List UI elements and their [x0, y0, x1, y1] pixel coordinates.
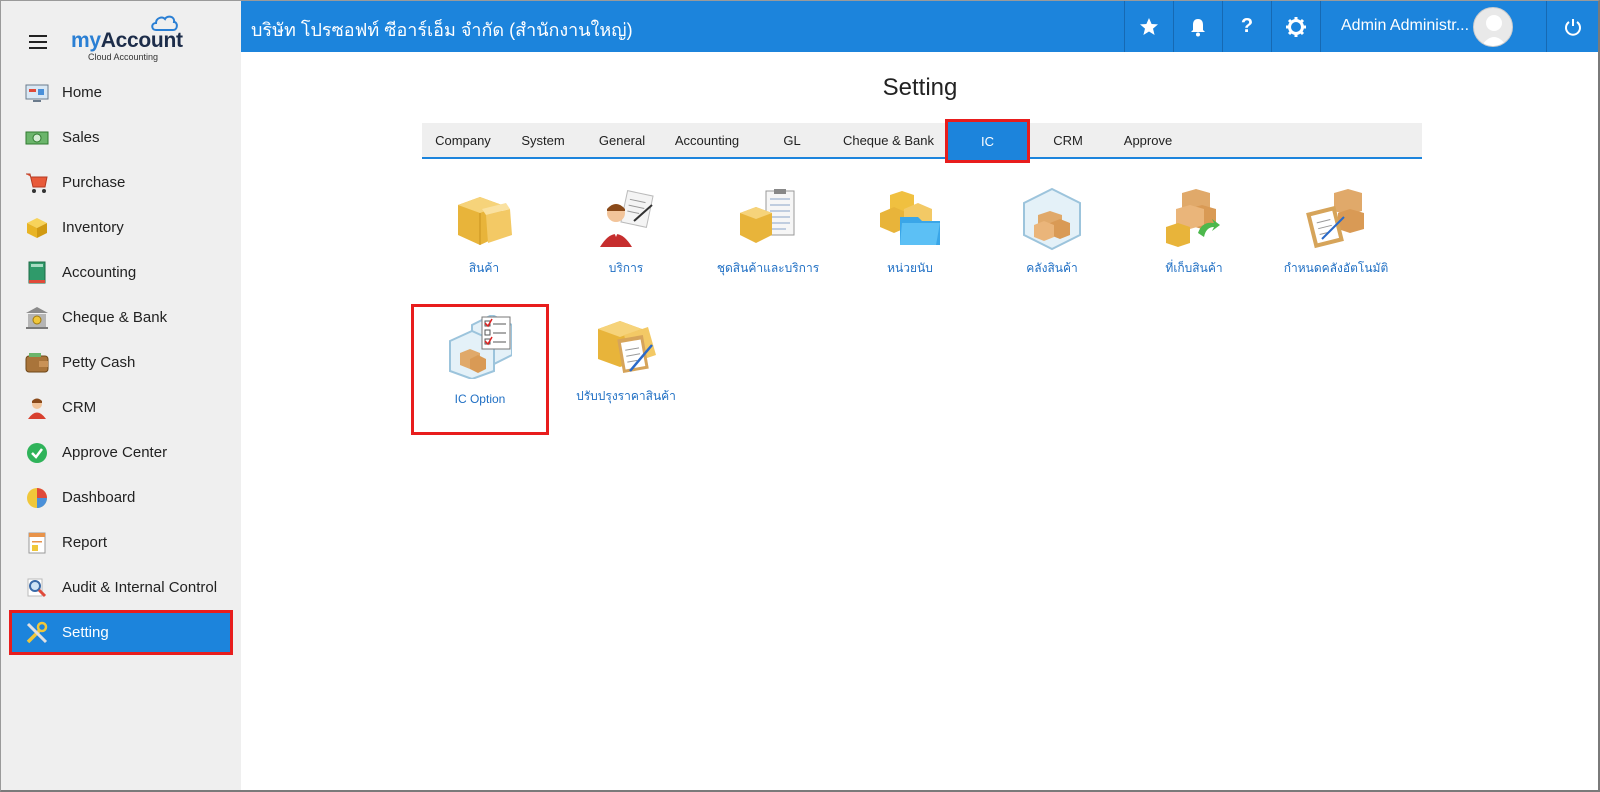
magnifier-icon: [25, 576, 49, 600]
sidebar-item-crm[interactable]: CRM: [1, 385, 241, 430]
sidebar: myAccount Cloud Accounting Home Sales Pu…: [1, 1, 241, 790]
gear-icon: [1286, 16, 1306, 37]
bell-icon: [1191, 18, 1205, 36]
sidebar-item-home[interactable]: Home: [1, 70, 241, 115]
sidebar-item-setting[interactable]: Setting: [9, 610, 233, 655]
main-content: Setting Company System General Accountin…: [241, 52, 1598, 790]
notifications-button[interactable]: [1173, 1, 1222, 52]
sidebar-item-label: Accounting: [62, 264, 137, 281]
logo-wordmark: myAccount: [71, 29, 183, 52]
tile-label: IC Option: [454, 392, 506, 406]
tile-auto-warehouse[interactable]: กำหนดคลังอัตโนมัติ: [1271, 181, 1401, 301]
sidebar-item-audit[interactable]: Audit & Internal Control: [1, 565, 241, 610]
auto-warehouse-icon: [1306, 189, 1364, 249]
sidebar-item-label: Home: [62, 84, 103, 101]
avatar[interactable]: [1473, 7, 1513, 47]
sidebar-item-inventory[interactable]: Inventory: [1, 205, 241, 250]
star-icon: [1140, 17, 1158, 35]
tab-company[interactable]: Company: [422, 123, 504, 157]
tile-price-adjust[interactable]: ปรับปรุงราคาสินค้า: [561, 309, 691, 429]
tab-cheque-bank[interactable]: Cheque & Bank: [832, 123, 945, 157]
help-icon: ?: [1240, 15, 1254, 37]
sidebar-item-purchase[interactable]: Purchase: [1, 160, 241, 205]
settings-button[interactable]: [1271, 1, 1320, 52]
product-set-icon: [740, 189, 795, 243]
user-name: Admin Administr...: [1341, 17, 1470, 34]
company-name[interactable]: บริษัท โปรซอฟท์ ซีอาร์เอ็ม จำกัด (สำนักง…: [251, 15, 633, 44]
tile-product-set[interactable]: ชุดสินค้าและบริการ: [703, 181, 833, 301]
tab-crm[interactable]: CRM: [1028, 123, 1108, 157]
person-icon: [25, 396, 49, 420]
sidebar-item-label: Dashboard: [62, 489, 136, 506]
tools-icon: [25, 621, 49, 645]
favorites-button[interactable]: [1124, 1, 1173, 52]
storage-location-icon: [1166, 189, 1220, 247]
sidebar-item-sales[interactable]: Sales: [1, 115, 241, 160]
cart-icon: [25, 171, 49, 195]
price-adjust-icon: [598, 321, 656, 373]
hamburger-menu-icon[interactable]: [29, 35, 47, 49]
help-button[interactable]: ?: [1222, 1, 1271, 52]
page-title: Setting: [882, 74, 958, 101]
tile-unit[interactable]: หน่วยนับ: [845, 181, 975, 301]
tab-gl[interactable]: GL: [752, 123, 832, 157]
tab-ic[interactable]: IC: [945, 119, 1030, 163]
sidebar-item-label: Setting: [62, 624, 109, 641]
tile-service[interactable]: บริการ: [561, 181, 691, 301]
ledger-icon: [25, 261, 49, 285]
sidebar-item-label: Cheque & Bank: [62, 309, 168, 326]
tab-accounting[interactable]: Accounting: [662, 123, 752, 157]
sidebar-item-label: CRM: [62, 399, 97, 416]
tab-general[interactable]: General: [582, 123, 662, 157]
logo-subtitle: Cloud Accounting: [88, 52, 159, 62]
pie-chart-icon: [25, 486, 49, 510]
home-icon: [25, 81, 49, 105]
sidebar-menu: Home Sales Purchase Inventory Accounting…: [1, 70, 241, 655]
sidebar-item-label: Approve Center: [62, 444, 168, 461]
power-icon: [1565, 18, 1581, 36]
sidebar-item-label: Inventory: [62, 219, 124, 236]
setting-tabs: Company System General Accounting GL Che…: [422, 119, 1422, 163]
tile-label: ปรับปรุงราคาสินค้า: [576, 389, 676, 403]
warehouse-icon: [1023, 187, 1081, 251]
user-menu[interactable]: Admin Administr...: [1320, 1, 1546, 52]
tile-storage-location[interactable]: ที่เก็บสินค้า: [1129, 181, 1259, 301]
tile-product[interactable]: สินค้า: [419, 181, 549, 301]
wallet-icon: [25, 351, 49, 375]
sidebar-item-cheque-bank[interactable]: Cheque & Bank: [1, 295, 241, 340]
report-icon: [25, 531, 49, 555]
sidebar-item-petty-cash[interactable]: Petty Cash: [1, 340, 241, 385]
box-icon: [25, 216, 49, 240]
service-person-icon: [600, 190, 654, 247]
sidebar-item-dashboard[interactable]: Dashboard: [1, 475, 241, 520]
tile-label: กำหนดคลังอัตโนมัติ: [1283, 261, 1389, 275]
product-boxes-icon: [458, 197, 512, 245]
sidebar-item-label: Petty Cash: [62, 354, 136, 371]
bank-icon: [25, 306, 49, 330]
sidebar-item-label: Sales: [62, 129, 100, 146]
unit-folder-icon: [880, 191, 940, 245]
sidebar-item-label: Purchase: [62, 174, 126, 191]
sidebar-item-report[interactable]: Report: [1, 520, 241, 565]
tab-approve[interactable]: Approve: [1108, 123, 1188, 157]
sidebar-item-label: Audit & Internal Control: [62, 579, 218, 596]
tab-system[interactable]: System: [504, 123, 582, 157]
check-circle-icon: [25, 441, 49, 465]
app-window: myAccount Cloud Accounting Home Sales Pu…: [0, 0, 1600, 792]
sidebar-item-approve-center[interactable]: Approve Center: [1, 430, 241, 475]
logo[interactable]: myAccount Cloud Accounting: [69, 13, 189, 65]
ic-option-icon: [449, 315, 512, 379]
sidebar-item-label: Report: [62, 534, 108, 551]
brand-area: myAccount Cloud Accounting: [1, 1, 241, 71]
sales-icon: [25, 126, 49, 150]
logout-button[interactable]: [1546, 1, 1598, 52]
tile-ic-option[interactable]: IC Option: [411, 304, 549, 435]
topbar: บริษัท โปรซอฟท์ ซีอาร์เอ็ม จำกัด (สำนักง…: [241, 1, 1598, 52]
tile-warehouse[interactable]: คลังสินค้า: [987, 181, 1117, 301]
sidebar-item-accounting[interactable]: Accounting: [1, 250, 241, 295]
